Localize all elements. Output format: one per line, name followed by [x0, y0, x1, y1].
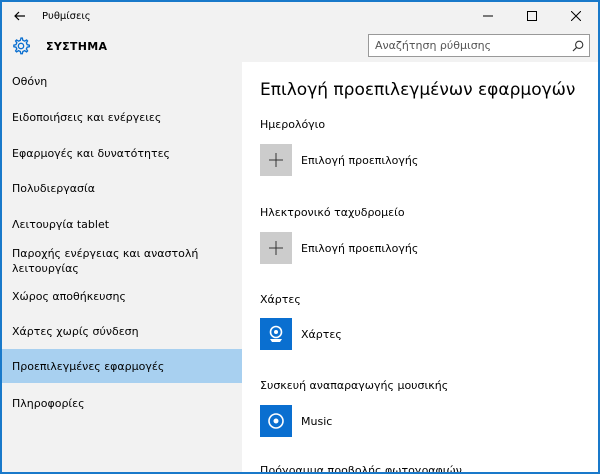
sidebar-item-label: Πολυδιεργασία [12, 181, 95, 195]
title-bar: Ρυθμίσεις [2, 2, 598, 30]
default-app-calendar[interactable]: Επιλογή προεπιλογής [260, 144, 418, 176]
settings-window: Ρυθμίσεις ΣΥΣΤΗΜΑ Αναζήτηση ρύθμισης Οθό… [0, 0, 600, 474]
app-name: Music [301, 414, 333, 428]
window-controls [466, 2, 598, 30]
sidebar: Οθόνη Ειδοποιήσεις και ενέργειες Εφαρμογ… [2, 62, 242, 472]
app-name: Επιλογή προεπιλογής [301, 153, 419, 167]
main-content: Επιλογή προεπιλεγμένων εφαρμογών Ημερολό… [242, 62, 598, 472]
sidebar-item-label: Εφαρμογές και δυνατότητες [12, 146, 170, 160]
sidebar-item-label: Οθόνη [12, 74, 48, 88]
music-app-icon [260, 405, 292, 437]
app-name: Χάρτες [301, 327, 342, 341]
search-input[interactable] [369, 39, 569, 52]
category-label-photo-viewer: Πρόγραμμα προβολής φωτογραφιών [260, 464, 462, 472]
search-icon[interactable] [572, 40, 584, 52]
sidebar-item-label: Χώρος αποθήκευσης [12, 289, 126, 303]
default-app-music[interactable]: Music [260, 405, 332, 437]
sidebar-item-storage[interactable]: Χώρος αποθήκευσης [2, 283, 242, 309]
category-label-music: Συσκευή αναπαραγωγής μουσικής [260, 379, 449, 392]
sidebar-item-offline-maps[interactable]: Χάρτες χωρίς σύνδεση [2, 318, 242, 344]
default-app-email[interactable]: Επιλογή προεπιλογής [260, 232, 418, 264]
sidebar-item-label: Προεπιλεγμένες εφαρμογές [12, 359, 165, 373]
sidebar-item-label: Παροχής ενέργειας και αναστολή λειτουργί… [12, 247, 199, 275]
app-name: Επιλογή προεπιλογής [301, 241, 419, 255]
back-button[interactable] [2, 2, 38, 30]
plus-icon [260, 144, 292, 176]
sidebar-item-multitasking[interactable]: Πολυδιεργασία [2, 175, 242, 201]
sidebar-item-label: Ειδοποιήσεις και ενέργειες [12, 110, 162, 124]
sidebar-item-notifications[interactable]: Ειδοποιήσεις και ενέργειες [2, 104, 242, 130]
category-label-maps: Χάρτες [260, 293, 301, 306]
page-title: Επιλογή προεπιλεγμένων εφαρμογών [260, 80, 576, 100]
back-arrow-icon [14, 11, 25, 21]
category-label-email: Ηλεκτρονικό ταχυδρομείο [260, 206, 405, 219]
sidebar-item-power-sleep[interactable]: Παροχής ενέργειας και αναστολή λειτουργί… [2, 243, 242, 279]
sidebar-item-label: Πληροφορίες [12, 396, 85, 410]
maps-app-icon [260, 318, 292, 350]
default-app-maps[interactable]: Χάρτες [260, 318, 342, 350]
sidebar-item-tablet-mode[interactable]: Λειτουργία tablet [2, 211, 242, 237]
section-title: ΣΥΣΤΗΜΑ [46, 39, 108, 53]
sidebar-item-label: Λειτουργία tablet [12, 217, 110, 231]
category-label-calendar: Ημερολόγιο [260, 118, 326, 131]
search-box[interactable] [368, 34, 590, 57]
minimize-button[interactable] [466, 2, 510, 30]
sidebar-item-apps-features[interactable]: Εφαρμογές και δυνατότητες [2, 140, 242, 166]
window-title: Ρυθμίσεις [42, 10, 91, 22]
close-button[interactable] [554, 2, 598, 30]
sidebar-item-about[interactable]: Πληροφορίες [2, 390, 242, 416]
plus-icon [260, 232, 292, 264]
settings-header: ΣΥΣΤΗΜΑ [2, 30, 598, 62]
sidebar-item-display[interactable]: Οθόνη [2, 68, 242, 94]
sidebar-item-default-apps[interactable]: Προεπιλεγμένες εφαρμογές [2, 349, 242, 383]
close-icon [571, 11, 581, 21]
maximize-button[interactable] [510, 2, 554, 30]
minimize-icon [483, 15, 493, 17]
maximize-icon [527, 11, 537, 21]
gear-icon [13, 37, 30, 55]
sidebar-item-label: Χάρτες χωρίς σύνδεση [12, 324, 139, 338]
